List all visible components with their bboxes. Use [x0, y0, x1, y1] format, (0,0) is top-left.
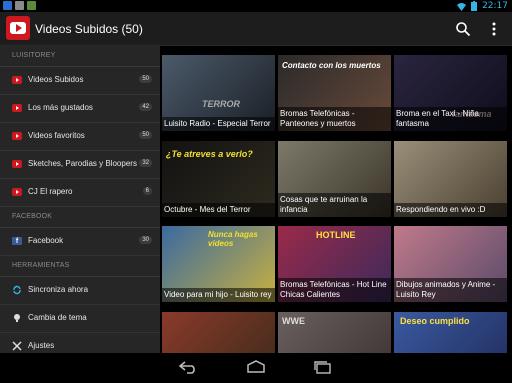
youtube-icon	[12, 188, 22, 196]
drawer-item-cambia-tema[interactable]: Cambia de tema	[0, 305, 160, 333]
thumbnail-overlay-text: WWE	[282, 316, 305, 326]
section-header-luisitorey: LUISITOREY	[0, 46, 160, 67]
video-title: Respondiendo en vivo :D	[394, 203, 507, 217]
thumbnail-overlay-text: TERROR	[202, 99, 240, 109]
video-title: Dibujos animados y Anime - Luisito Rey	[394, 278, 507, 302]
thumbnail-overlay-text: ¿Te atreves a verlo?	[166, 149, 253, 159]
system-nav-bar	[0, 353, 512, 383]
video-card[interactable]: Dibujos animados y Anime - Luisito Rey	[394, 226, 507, 302]
video-card[interactable]: Nunca hagas videos Video para mi hijo - …	[162, 226, 275, 302]
clock: 22:17	[482, 1, 508, 11]
recent-apps-icon[interactable]	[312, 360, 334, 374]
drawer-item-videos-subidos[interactable]: Videos Subidos 50	[0, 67, 160, 95]
video-card[interactable]	[162, 312, 275, 353]
count-badge: 50	[139, 75, 152, 83]
video-card[interactable]: Contacto con los muertos Bromas Telefóni…	[278, 55, 391, 131]
status-bar: 22:17	[0, 0, 512, 12]
video-card[interactable]: HOTLINE Bromas Telefónicas - Hot Line Ch…	[278, 226, 391, 302]
youtube-icon	[12, 104, 22, 112]
count-badge: 50	[139, 131, 152, 139]
drawer-item-ajustes[interactable]: Ajustes	[0, 333, 160, 353]
count-badge: 42	[139, 103, 152, 111]
video-title: Luisito Radio - Especial Terror	[162, 117, 275, 131]
thumbnail-overlay-text: Nunca hagas videos	[208, 230, 258, 248]
navigation-drawer: LUISITOREY Videos Subidos 50 Los más gus…	[0, 46, 160, 353]
video-title: Octubre - Mes del Terror	[162, 203, 275, 217]
youtube-icon	[12, 76, 22, 84]
video-card[interactable]: ¿Te atreves a verlo? Octubre - Mes del T…	[162, 141, 275, 217]
wifi-icon	[457, 2, 467, 11]
back-icon[interactable]	[177, 360, 199, 374]
drawer-item-sketches[interactable]: Sketches, Parodias y Bloopers 32	[0, 151, 160, 179]
drawer-item-sincroniza[interactable]: Sincroniza ahora	[0, 277, 160, 305]
home-icon[interactable]	[245, 360, 267, 374]
notification-icons	[3, 1, 36, 10]
notification-app-icon	[3, 1, 12, 10]
drawer-item-facebook[interactable]: f Facebook 30	[0, 228, 160, 256]
drawer-item-mas-gustados[interactable]: Los más gustados 42	[0, 95, 160, 123]
count-badge: 30	[139, 236, 152, 244]
youtube-icon	[12, 132, 22, 140]
drawer-item-label: Los más gustados	[28, 103, 93, 112]
overflow-menu-icon[interactable]	[490, 21, 498, 37]
sync-icon	[13, 285, 21, 295]
video-card[interactable]: TERROR Luisito Radio - Especial Terror	[162, 55, 275, 131]
battery-icon	[471, 1, 478, 11]
thumbnail-overlay-text: Deseo cumplido	[400, 316, 470, 326]
settings-icon	[12, 341, 22, 351]
video-card[interactable]: fantasma Broma en el Taxi - Niña fantasm…	[394, 55, 507, 131]
video-card[interactable]: Cosas que te arruinan la infancia	[278, 141, 391, 217]
section-header-facebook: FACEBOOK	[0, 207, 160, 228]
drawer-item-label: CJ El rapero	[28, 187, 73, 196]
video-grid: TERROR Luisito Radio - Especial Terror C…	[160, 46, 512, 353]
drawer-item-videos-favoritos[interactable]: Videos favoritos 50	[0, 123, 160, 151]
section-header-herramientas: HERRAMIENTAS	[0, 256, 160, 277]
drawer-item-label: Ajustes	[28, 341, 55, 350]
video-card[interactable]: WWE	[278, 312, 391, 353]
page-title: Videos Subidos (50)	[35, 22, 143, 36]
count-badge: 6	[142, 187, 152, 195]
count-badge: 32	[139, 159, 152, 167]
facebook-icon: f	[12, 237, 22, 245]
video-card[interactable]: Respondiendo en vivo :D	[394, 141, 507, 217]
drawer-item-cj-el-rapero[interactable]: CJ El rapero 6	[0, 179, 160, 207]
action-bar: Videos Subidos (50)	[0, 12, 512, 46]
notification-image-icon	[15, 1, 24, 10]
drawer-item-label: Videos Subidos	[28, 75, 84, 84]
video-card[interactable]: Deseo cumplido	[394, 312, 507, 353]
drawer-item-label: Cambia de tema	[28, 313, 87, 322]
youtube-logo-icon[interactable]	[6, 16, 30, 40]
thumbnail-overlay-text: HOTLINE	[316, 230, 356, 240]
video-title: Cosas que te arruinan la infancia	[278, 193, 391, 217]
bulb-icon	[14, 314, 20, 322]
drawer-item-label: Sketches, Parodias y Bloopers	[28, 159, 137, 168]
drawer-item-label: Sincroniza ahora	[28, 285, 89, 294]
notification-download-icon	[27, 1, 36, 10]
video-thumbnail	[162, 312, 275, 353]
video-title: Bromas Telefónicas - Hot Line Chicas Cal…	[278, 278, 391, 302]
youtube-icon	[12, 160, 22, 168]
thumbnail-overlay-text: Contacto con los muertos	[282, 61, 381, 70]
drawer-item-label: Facebook	[28, 236, 64, 245]
video-title: Video para mi hijo - Luisito rey	[162, 288, 275, 302]
drawer-item-label: Videos favoritos	[28, 131, 85, 140]
video-title: Broma en el Taxi - Niña fantasma	[394, 107, 507, 131]
search-icon[interactable]	[455, 21, 471, 37]
video-title: Bromas Telefónicas - Panteones y muertos	[278, 107, 391, 131]
